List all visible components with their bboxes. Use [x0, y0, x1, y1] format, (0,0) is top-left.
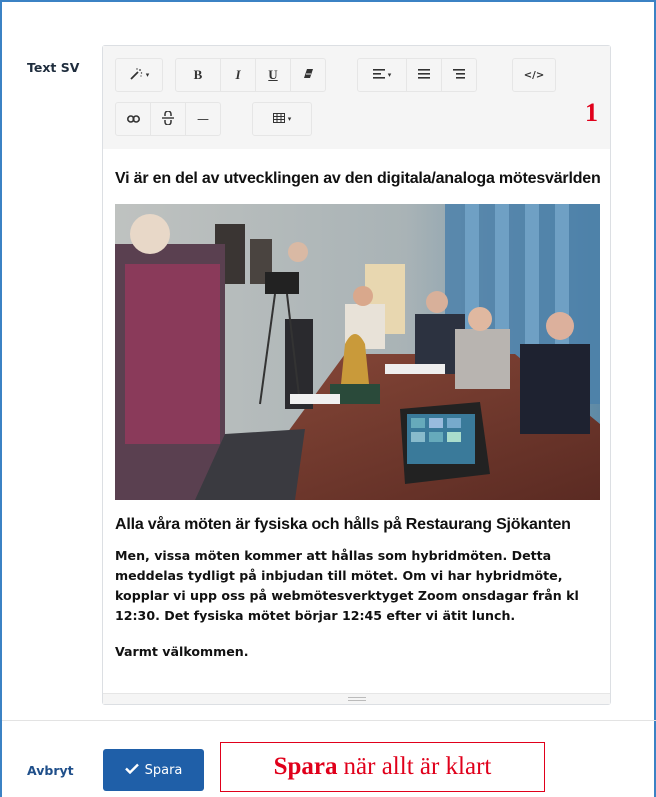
content-heading: Vi är en del av utvecklingen av den digi… [115, 170, 601, 187]
insert-link-button[interactable] [115, 102, 151, 136]
chevron-down-icon: ▾ [145, 71, 150, 79]
unlink-button[interactable] [150, 102, 186, 136]
meeting-photo [115, 204, 600, 500]
clear-format-button[interactable] [290, 58, 326, 92]
link-icon [126, 112, 140, 126]
font-style-group: B I U [175, 58, 326, 92]
bold-button[interactable]: B [175, 58, 221, 92]
code-icon: </> [523, 69, 545, 81]
code-group: </> [512, 58, 556, 92]
form-panel: Text SV ▾ B I U ▾ </> — ▾ Vi är en del a… [0, 0, 656, 797]
callout-text: när allt är klart [343, 753, 492, 780]
magic-wand-icon [129, 67, 143, 83]
horizontal-rule-icon: — [197, 112, 209, 126]
footer-divider [2, 720, 656, 721]
save-button-label: Spara [144, 762, 183, 778]
cancel-link[interactable]: Avbryt [27, 763, 74, 778]
horizontal-rule-button[interactable]: — [185, 102, 221, 136]
code-view-button[interactable]: </> [512, 58, 556, 92]
align-dropdown-button[interactable]: ▾ [357, 58, 407, 92]
insert-table-button[interactable]: ▾ [252, 102, 312, 136]
chevron-down-icon: ▾ [287, 115, 292, 123]
annotation-number: 1 [585, 98, 598, 127]
check-icon [124, 763, 139, 778]
field-label: Text SV [27, 60, 80, 75]
table-group: ▾ [252, 102, 312, 136]
ordered-list-icon [453, 68, 465, 82]
save-button[interactable]: Spara [103, 749, 204, 791]
eraser-icon [303, 68, 314, 82]
content-closing: Varmt välkommen. [115, 644, 249, 659]
align-left-icon [372, 68, 385, 82]
rich-text-editor[interactable]: ▾ B I U ▾ </> — ▾ Vi är en del av utveck… [102, 45, 611, 705]
underline-icon: U [268, 67, 278, 82]
bullet-list-button[interactable] [406, 58, 442, 92]
bold-icon: B [193, 67, 203, 82]
content-subheading: Alla våra möten är fysiska och hålls på … [115, 516, 571, 533]
chevron-down-icon: ▾ [387, 71, 392, 79]
ordered-list-button[interactable] [441, 58, 477, 92]
unlink-icon [162, 109, 174, 128]
insert-group: — [115, 102, 221, 136]
style-group: ▾ [115, 58, 163, 92]
paragraph-group: ▾ [357, 58, 477, 92]
callout-bold-word: Spara [273, 753, 338, 780]
instruction-callout: Spara när allt är klart [220, 742, 545, 792]
resize-handle[interactable] [347, 697, 366, 701]
magic-style-button[interactable]: ▾ [115, 58, 163, 92]
underline-button[interactable]: U [255, 58, 291, 92]
italic-icon: I [235, 67, 241, 82]
table-icon [272, 112, 285, 126]
editor-toolbar: ▾ B I U ▾ </> — ▾ [103, 46, 610, 149]
editor-statusbar [103, 693, 610, 704]
content-paragraph: Men, vissa möten kommer att hållas som h… [115, 548, 579, 623]
editor-content[interactable]: Vi är en del av utvecklingen av den digi… [115, 170, 601, 659]
unordered-list-icon [418, 68, 430, 82]
italic-button[interactable]: I [220, 58, 256, 92]
